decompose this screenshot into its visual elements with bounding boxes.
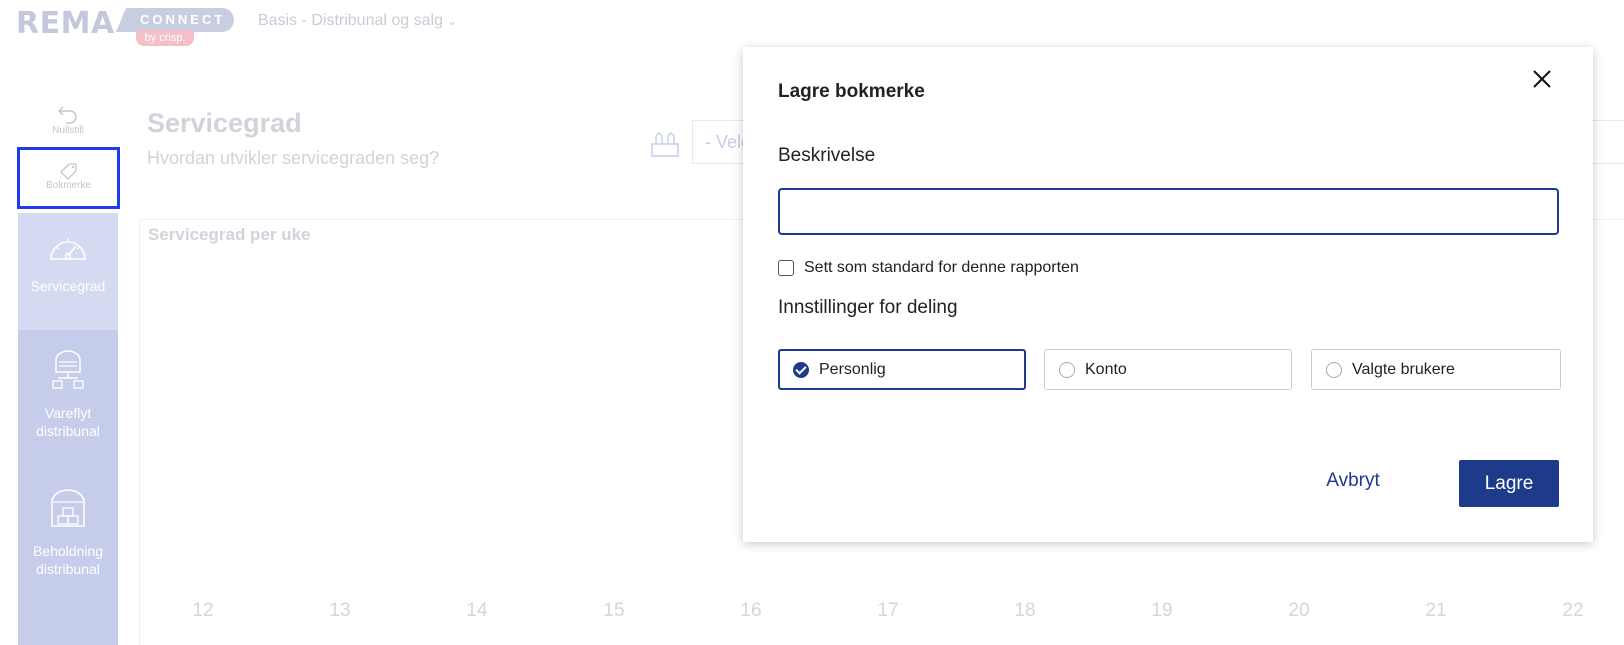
x-tick-label: 19 <box>1151 600 1173 621</box>
sharing-option-label: Valgte brukere <box>1352 360 1455 378</box>
page-title: Servicegrad <box>147 108 302 138</box>
bookmark-button[interactable]: Bokmerke <box>17 147 120 209</box>
reset-button[interactable]: Nullstill <box>18 103 118 153</box>
undo-icon <box>58 106 77 124</box>
sharing-option-label: Konto <box>1085 360 1127 378</box>
context-selector[interactable]: Basis - Distribunal og salg ⌄ <box>258 12 457 30</box>
warehouse-flow-icon <box>52 350 84 389</box>
speedometer-icon <box>50 238 86 260</box>
filter-select-edge <box>1590 120 1624 164</box>
x-tick-label: 16 <box>740 600 762 621</box>
logo-rema-text: REMA <box>16 6 115 41</box>
default-report-checkbox-row[interactable]: Sett som standard for denne rapporten <box>778 257 1079 279</box>
sharing-option-label: Personlig <box>819 360 886 378</box>
sidebar-item-servicegrad[interactable]: Servicegrad <box>18 213 118 330</box>
sharing-option-personlig[interactable]: Personlig <box>778 349 1026 390</box>
reset-label: Nullstill <box>52 125 84 136</box>
chart-x-axis: 12 13 14 15 16 17 18 19 20 21 22 <box>0 600 1624 624</box>
save-bookmark-dialog: Lagre bokmerke Beskrivelse Sett som stan… <box>743 47 1593 542</box>
dialog-title: Lagre bokmerke <box>778 81 925 102</box>
save-button[interactable]: Lagre <box>1459 460 1559 507</box>
page-subtitle: Hvordan utvikler servicegraden seg? <box>147 148 440 168</box>
x-tick-label: 18 <box>1014 600 1036 621</box>
sidebar-item-label: Servicegrad <box>30 278 106 294</box>
x-tick-label: 17 <box>877 600 899 621</box>
description-input[interactable] <box>778 188 1559 235</box>
sidebar-item-label: Beholdning distribunal <box>32 543 104 577</box>
sidebar: Nullstill Bokmerke Servicegrad Vareflyt … <box>17 95 120 645</box>
sharing-option-konto[interactable]: Konto <box>1044 349 1292 390</box>
warehouse-stock-icon <box>51 489 85 527</box>
sharing-option-valgte-brukere[interactable]: Valgte brukere <box>1311 349 1561 390</box>
close-icon[interactable] <box>1529 66 1555 92</box>
cancel-button[interactable]: Avbryt <box>1308 457 1398 504</box>
x-tick-label: 14 <box>466 600 488 621</box>
logo-crisp-text: by crisp. <box>136 30 194 46</box>
radio-unchecked-icon <box>1326 361 1342 378</box>
sidebar-item-vareflyt[interactable]: Vareflyt distribunal <box>18 340 118 470</box>
store-filter-icon <box>651 132 679 157</box>
bookmark-tag-icon <box>59 163 77 180</box>
description-label: Beskrivelse <box>778 145 876 166</box>
default-report-label: Sett som standard for denne rapporten <box>804 259 1079 276</box>
x-tick-label: 20 <box>1288 600 1310 621</box>
sidebar-item-label: Vareflyt distribunal <box>36 405 100 439</box>
bookmark-label: Bokmerke <box>45 180 91 191</box>
logo-connect-text: CONNECT <box>116 8 234 32</box>
sharing-options: Personlig Konto Valgte brukere <box>778 349 1561 390</box>
x-tick-label: 22 <box>1562 600 1584 621</box>
sharing-settings-label: Innstillinger for deling <box>778 297 958 318</box>
default-report-checkbox[interactable] <box>778 260 794 276</box>
sidebar-item-beholdning[interactable]: Beholdning distribunal <box>18 480 118 610</box>
x-tick-label: 15 <box>603 600 625 621</box>
x-tick-label: 13 <box>329 600 351 621</box>
sidebar-nav: Servicegrad Vareflyt distribunal Beholdn… <box>18 213 118 645</box>
radio-unchecked-icon <box>1059 361 1075 378</box>
chevron-down-icon: ⌄ <box>447 14 458 28</box>
x-tick-label: 12 <box>192 600 214 621</box>
x-tick-label: 21 <box>1425 600 1447 621</box>
chart-title: Servicegrad per uke <box>148 225 311 244</box>
radio-checked-icon <box>793 361 809 378</box>
context-selector-label: Basis - Distribunal og salg <box>258 12 443 29</box>
